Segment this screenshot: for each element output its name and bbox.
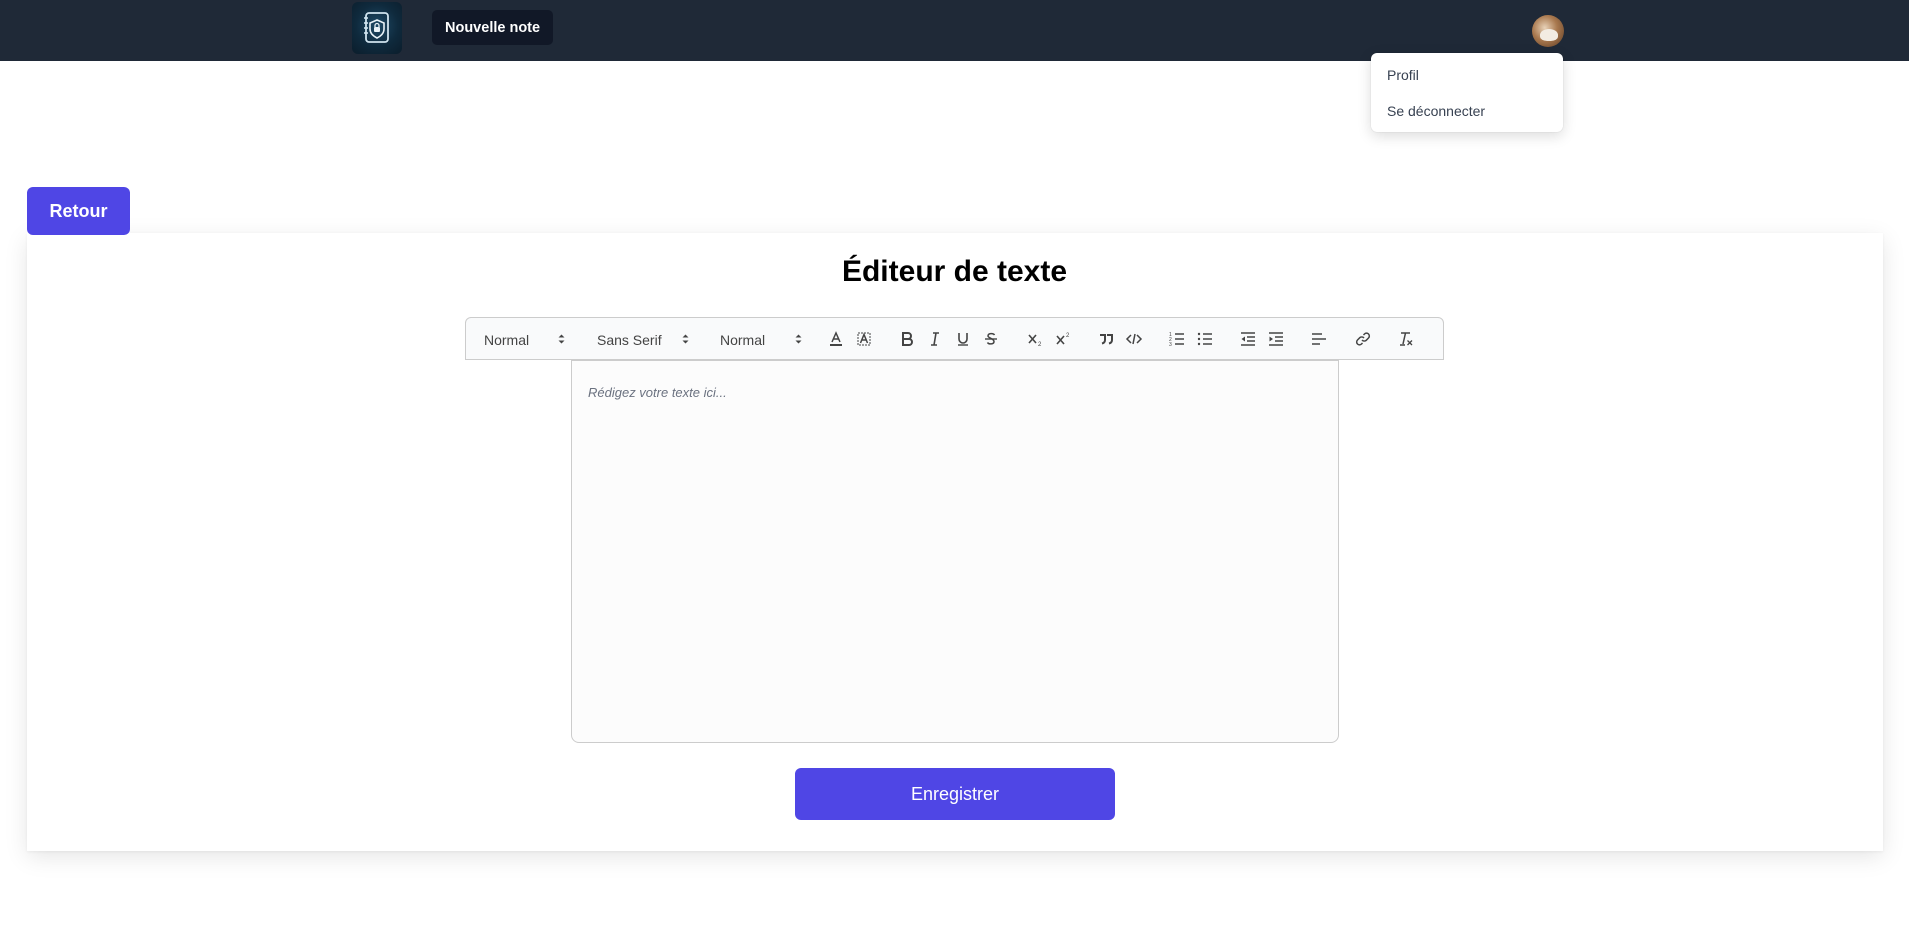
editor-placeholder: Rédigez votre texte ici...	[588, 385, 727, 400]
indent-icon[interactable]	[1267, 330, 1285, 348]
back-button[interactable]: Retour	[27, 187, 130, 235]
chevron-updown-icon	[682, 334, 689, 344]
background-color-icon[interactable]	[855, 330, 873, 348]
underline-icon[interactable]	[954, 330, 972, 348]
font-select[interactable]: Sans Serif	[597, 332, 662, 348]
text-color-icon[interactable]	[827, 330, 845, 348]
chevron-updown-icon	[795, 334, 802, 344]
subscript-icon[interactable]: 2	[1026, 330, 1044, 348]
size-select[interactable]: Normal	[720, 332, 765, 348]
italic-icon[interactable]	[926, 330, 944, 348]
svg-text:3: 3	[1169, 342, 1172, 348]
user-dropdown-menu: Profil Se déconnecter	[1371, 53, 1563, 132]
code-icon[interactable]	[1125, 330, 1143, 348]
menu-item-profile[interactable]: Profil	[1387, 67, 1419, 83]
notebook-lock-icon[interactable]	[352, 2, 402, 54]
link-icon[interactable]	[1354, 330, 1372, 348]
new-note-button[interactable]: Nouvelle note	[432, 10, 554, 45]
svg-text:2: 2	[1066, 333, 1070, 339]
top-navbar: Nouvelle note	[0, 0, 1909, 61]
svg-text:2: 2	[1038, 342, 1042, 348]
header-select[interactable]: Normal	[484, 332, 529, 348]
outdent-icon[interactable]	[1239, 330, 1257, 348]
save-button[interactable]: Enregistrer	[795, 768, 1115, 820]
bullet-list-icon[interactable]	[1196, 330, 1214, 348]
menu-item-logout[interactable]: Se déconnecter	[1387, 103, 1485, 119]
page-title: Éditeur de texte	[841, 255, 1068, 288]
chevron-updown-icon	[558, 334, 565, 344]
blockquote-icon[interactable]	[1097, 330, 1115, 348]
user-avatar[interactable]	[1532, 15, 1564, 47]
align-icon[interactable]	[1310, 330, 1328, 348]
strikethrough-icon[interactable]	[982, 330, 1000, 348]
superscript-icon[interactable]: 2	[1054, 330, 1072, 348]
ordered-list-icon[interactable]: 123	[1168, 330, 1186, 348]
clear-format-icon[interactable]	[1397, 330, 1415, 348]
editor-toolbar: Normal Sans Serif Normal 2 2 123	[465, 317, 1444, 360]
text-editor-area[interactable]: Rédigez votre texte ici...	[571, 360, 1339, 743]
bold-icon[interactable]	[898, 330, 916, 348]
